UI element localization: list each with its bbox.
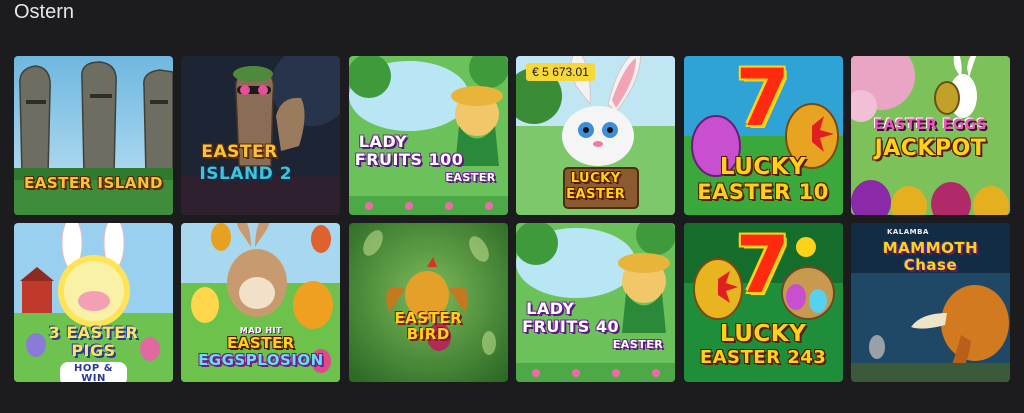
game-title-line-2: JACKPOT: [874, 136, 987, 161]
game-title-line-2: PIGS: [71, 341, 116, 360]
game-tile-easter-island[interactable]: EASTER ISLAND: [14, 56, 173, 215]
game-tile-easter-bird[interactable]: EASTER BIRD: [348, 223, 508, 382]
game-title-line-2: FRUITS 40: [522, 317, 620, 336]
game-title-seven: 7: [735, 56, 791, 144]
game-artwork: [181, 56, 341, 215]
game-title-line-1: LADY: [526, 299, 575, 318]
game-tile-lucky-easter-243[interactable]: 7 LUCKY EASTER 243: [683, 223, 843, 382]
game-title-line-2: EASTER 243: [699, 347, 827, 368]
game-title-line-2: EASTER: [566, 187, 626, 202]
game-title-line-3: EASTER: [612, 338, 664, 351]
game-tile-lady-fruits-100[interactable]: LADY FRUITS 100 EASTER: [348, 56, 508, 215]
game-tile-3-easter-pigs[interactable]: 3 EASTER PIGS HOP & WIN: [14, 223, 173, 382]
game-title-line-2: EASTER: [227, 334, 295, 352]
game-title-line-3: HOP & WIN: [60, 362, 127, 382]
games-grid: EASTER ISLAND EASTER ISLAND 2 LADY FRUIT…: [14, 56, 1010, 382]
game-title-line-1: LUCKY: [719, 154, 807, 180]
game-title-line-1: EASTER: [201, 142, 278, 162]
game-title-line-1: LUCKY: [719, 321, 807, 347]
game-title-seven: 7: [735, 223, 791, 311]
jackpot-badge: € 5 673.01: [526, 63, 595, 81]
game-title-line-2: Chase: [903, 256, 958, 274]
game-title: EASTER ISLAND: [24, 174, 163, 192]
game-title-line-2: FRUITS 100: [354, 150, 464, 169]
game-tile-lucky-easter[interactable]: € 5 673.01 LUCKY EASTER: [516, 56, 676, 215]
game-title-line-3: EASTER: [445, 171, 496, 184]
game-title-line-1: 3 EASTER: [48, 323, 139, 342]
game-title-line-1: EASTER EGGS: [873, 117, 988, 133]
game-tile-lady-fruits-40[interactable]: LADY FRUITS 40 EASTER: [516, 223, 676, 382]
game-tile-easter-island-2[interactable]: EASTER ISLAND 2: [181, 56, 341, 215]
game-title-line-2: BIRD: [406, 325, 450, 343]
game-title-line-3: EGGSPLOSION: [198, 351, 324, 369]
game-title-line-1: LADY: [358, 132, 408, 151]
game-provider-logo: KALAMBA: [886, 228, 929, 236]
game-artwork: [348, 223, 508, 382]
game-title-line-2: ISLAND 2: [199, 164, 293, 184]
game-tile-easter-eggs-jackpot[interactable]: EASTER EGGS JACKPOT: [850, 56, 1010, 215]
game-title-line-1: MAMMOTH: [882, 239, 979, 257]
game-tile-mammoth-chase[interactable]: KALAMBA MAMMOTH Chase: [850, 223, 1010, 382]
game-title-line-1: EASTER: [394, 309, 463, 327]
section-title: Ostern: [14, 1, 75, 23]
game-tile-lucky-easter-10[interactable]: 7 LUCKY EASTER 10: [683, 56, 843, 215]
game-title-line-1: LUCKY: [570, 171, 621, 186]
game-tile-eggsplosion[interactable]: MAD HIT EASTER EGGSPLOSION: [181, 223, 341, 382]
game-title-line-2: EASTER 10: [697, 180, 829, 204]
